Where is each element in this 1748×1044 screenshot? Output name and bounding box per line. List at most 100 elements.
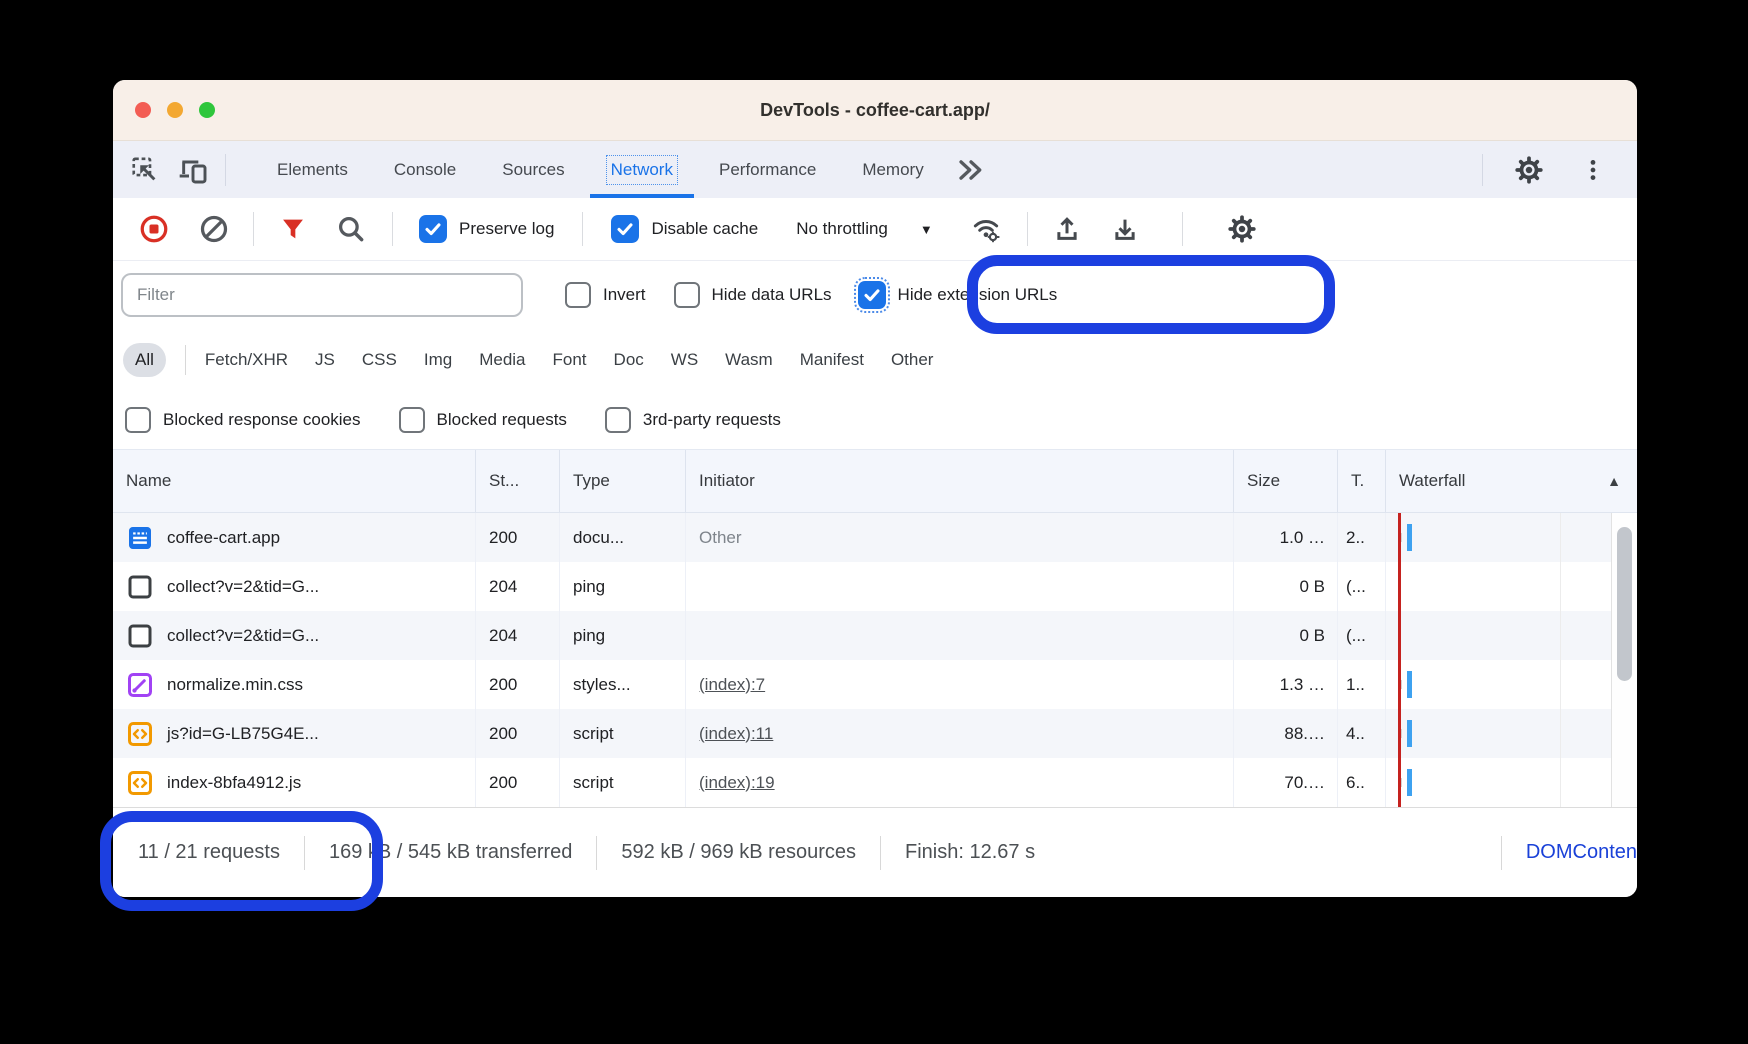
type-filter-manifest[interactable]: Manifest [800, 350, 864, 370]
preserve-log-label[interactable]: Preserve log [459, 219, 554, 239]
ping-icon [125, 621, 155, 651]
request-name: coffee-cart.app [167, 528, 280, 548]
close-button[interactable] [135, 102, 151, 118]
column-header-size[interactable]: Size [1234, 450, 1338, 512]
table-row[interactable]: normalize.min.css 200 styles... (index):… [113, 660, 1637, 709]
clear-network-log-icon[interactable] [199, 214, 229, 244]
request-time: (... [1338, 562, 1386, 611]
table-scrollbar[interactable] [1611, 513, 1637, 807]
tab-memory[interactable]: Memory [839, 141, 946, 198]
hide-data-urls-checkbox[interactable] [674, 282, 700, 308]
devtools-tab-bar: Elements Console Sources Network Perform… [113, 141, 1637, 198]
column-header-name[interactable]: Name [113, 450, 476, 512]
waterfall-bar [1407, 671, 1412, 698]
inspect-element-icon[interactable] [127, 152, 163, 188]
table-row[interactable]: index-8bfa4912.js 200 script (index):19 … [113, 758, 1637, 807]
initiator-link[interactable]: (index):11 [699, 724, 773, 744]
throttling-dropdown-caret-icon[interactable]: ▼ [920, 222, 933, 237]
blocked-response-cookies-label[interactable]: Blocked response cookies [163, 410, 361, 430]
table-row[interactable]: coffee-cart.app 200 docu... Other 1.0 … … [113, 513, 1637, 562]
export-har-icon[interactable] [1110, 214, 1140, 244]
table-row[interactable]: js?id=G-LB75G4E... 200 script (index):11… [113, 709, 1637, 758]
tab-console[interactable]: Console [371, 141, 479, 198]
preserve-log-checkbox[interactable] [419, 215, 447, 243]
transferred-size: 169 kB / 545 kB transferred [329, 841, 572, 864]
column-header-waterfall[interactable]: Waterfall ▲ [1386, 450, 1637, 512]
hide-extension-urls-label[interactable]: Hide extension URLs [898, 285, 1058, 305]
type-filter-doc[interactable]: Doc [614, 350, 644, 370]
tab-elements[interactable]: Elements [254, 141, 371, 198]
invert-label[interactable]: Invert [603, 285, 646, 305]
type-filter-wasm[interactable]: Wasm [725, 350, 773, 370]
tabbar-divider [225, 154, 226, 186]
table-row[interactable]: collect?v=2&tid=G... 204 ping 0 B (... [113, 611, 1637, 660]
invert-checkbox[interactable] [565, 282, 591, 308]
request-type: docu... [560, 513, 686, 562]
tab-sources[interactable]: Sources [479, 141, 587, 198]
more-tabs-icon[interactable] [953, 152, 989, 188]
waterfall-cell [1386, 611, 1637, 660]
type-filter-media[interactable]: Media [479, 350, 525, 370]
device-toolbar-icon[interactable] [175, 152, 211, 188]
request-status: 200 [476, 660, 560, 709]
blocked-requests-label[interactable]: Blocked requests [437, 410, 567, 430]
minimize-button[interactable] [167, 102, 183, 118]
disable-cache-label[interactable]: Disable cache [651, 219, 758, 239]
request-table-body: coffee-cart.app 200 docu... Other 1.0 … … [113, 513, 1637, 807]
tab-network[interactable]: Network [588, 141, 696, 198]
network-conditions-icon[interactable] [971, 214, 1001, 244]
stylesheet-icon [125, 670, 155, 700]
column-header-initiator[interactable]: Initiator [686, 450, 1234, 512]
statusbar-divider [304, 836, 305, 870]
hide-extension-urls-checkbox[interactable] [858, 281, 886, 309]
record-network-log-icon[interactable] [139, 214, 169, 244]
type-filter-js[interactable]: JS [315, 350, 335, 370]
column-header-status[interactable]: St... [476, 450, 560, 512]
blocked-response-cookies-checkbox[interactable] [125, 407, 151, 433]
request-table-header: Name St... Type Initiator Size T. Waterf… [113, 449, 1637, 513]
network-settings-gear-icon[interactable] [1227, 214, 1257, 244]
kebab-menu-icon[interactable] [1575, 152, 1611, 188]
blocked-requests-checkbox[interactable] [399, 407, 425, 433]
devtools-window: DevTools - coffee-cart.app/ Elements Con… [113, 80, 1637, 897]
disable-cache-checkbox[interactable] [611, 215, 639, 243]
request-status: 204 [476, 562, 560, 611]
filter-funnel-icon[interactable] [278, 214, 308, 244]
type-filter-all[interactable]: All [123, 343, 166, 377]
throttling-select[interactable]: No throttling [796, 219, 888, 239]
request-name: index-8bfa4912.js [167, 773, 301, 793]
import-har-icon[interactable] [1052, 214, 1082, 244]
waterfall-cell [1386, 758, 1637, 807]
script-icon [125, 719, 155, 749]
initiator-link[interactable]: (index):19 [699, 773, 775, 793]
tab-performance[interactable]: Performance [696, 141, 839, 198]
dom-content-loaded-label: DOMConten [1526, 841, 1637, 864]
column-header-type[interactable]: Type [560, 450, 686, 512]
network-filter-row: Invert Hide data URLs Hide extension URL… [113, 261, 1637, 329]
initiator-link[interactable]: (index):7 [699, 675, 765, 695]
hide-data-urls-label[interactable]: Hide data URLs [712, 285, 832, 305]
request-name: collect?v=2&tid=G... [167, 577, 319, 597]
search-icon[interactable] [336, 214, 366, 244]
request-status: 200 [476, 513, 560, 562]
filter-input[interactable] [121, 273, 523, 317]
type-filter-img[interactable]: Img [424, 350, 452, 370]
type-filter-css[interactable]: CSS [362, 350, 397, 370]
scrollbar-thumb[interactable] [1617, 527, 1632, 681]
type-filter-ws[interactable]: WS [671, 350, 698, 370]
request-initiator: Other [699, 528, 742, 548]
column-header-time[interactable]: T. [1338, 450, 1386, 512]
request-type: script [560, 758, 686, 807]
type-filter-font[interactable]: Font [553, 350, 587, 370]
third-party-requests-checkbox[interactable] [605, 407, 631, 433]
settings-gear-icon[interactable] [1511, 152, 1547, 188]
request-type: script [560, 709, 686, 758]
network-toolbar: Preserve log Disable cache No throttling… [113, 198, 1637, 261]
type-filter-fetch-xhr[interactable]: Fetch/XHR [205, 350, 288, 370]
ping-icon [125, 572, 155, 602]
third-party-requests-label[interactable]: 3rd-party requests [643, 410, 781, 430]
zoom-button[interactable] [199, 102, 215, 118]
table-row[interactable]: collect?v=2&tid=G... 204 ping 0 B (... [113, 562, 1637, 611]
type-filter-other[interactable]: Other [891, 350, 934, 370]
waterfall-bar [1407, 720, 1412, 747]
